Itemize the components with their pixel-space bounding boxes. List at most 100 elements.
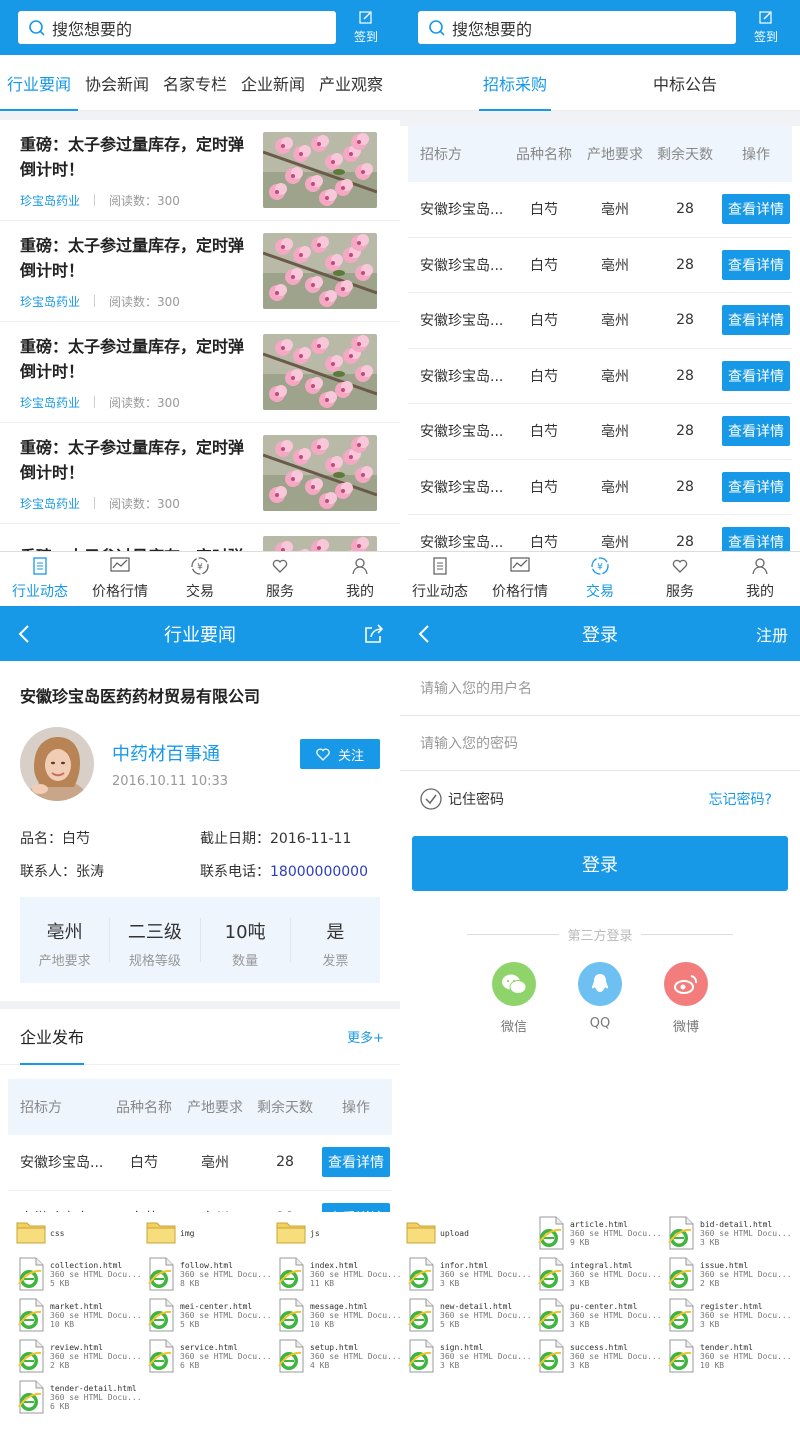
view-detail-button[interactable]: 查看详情	[722, 471, 790, 502]
file-item[interactable]: collection.html 360 se HTML Docu... 5 KB	[16, 1257, 142, 1291]
file-item[interactable]: pu-center.html 360 se HTML Docu... 3 KB	[536, 1298, 662, 1332]
forgot-password-link[interactable]: 忘记密码?	[709, 789, 772, 809]
tab-expert-column[interactable]: 名家专栏	[156, 55, 234, 111]
cell-days: 28	[676, 256, 694, 273]
file-item[interactable]: market.html 360 se HTML Docu... 10 KB	[16, 1298, 142, 1332]
signin-button[interactable]: 签到	[342, 10, 390, 45]
tab-company-news[interactable]: 企业新闻	[234, 55, 312, 111]
file-item[interactable]: mei-center.html 360 se HTML Docu... 5 KB	[146, 1298, 272, 1332]
news-source[interactable]: 珍宝岛药业	[20, 394, 80, 411]
view-detail-button[interactable]: 查看详情	[322, 1147, 390, 1178]
search-input[interactable]: 搜您想要的	[18, 11, 336, 44]
news-thumbnail[interactable]	[263, 132, 377, 208]
nav-label: 交易	[186, 584, 214, 600]
author-name[interactable]: 中药材百事通	[112, 740, 228, 766]
wechat-login[interactable]: 微信	[471, 962, 557, 1035]
file-item[interactable]: new-detail.html 360 se HTML Docu... 5 KB	[406, 1298, 532, 1332]
tab-tender-purchase[interactable]: 招标采购	[479, 55, 551, 111]
view-detail-button[interactable]: 查看详情	[322, 1202, 390, 1212]
file-item[interactable]: sign.html 360 se HTML Docu... 3 KB	[406, 1339, 532, 1373]
password-field[interactable]: 请输入您的密码	[400, 716, 800, 771]
news-item[interactable]: 重磅：太子参过量库存，定时弹倒计时！ 珍宝岛药业 阅读数：300	[0, 322, 400, 423]
news-item[interactable]: 重磅：太子参过量库存，定时弹倒计时！ 珍宝岛药业 阅读数：300	[0, 120, 400, 221]
news-source[interactable]: 珍宝岛药业	[20, 293, 80, 310]
file-item[interactable]: tender-detail.html 360 se HTML Docu... 6 K…	[16, 1380, 142, 1414]
file-item[interactable]: index.html 360 se HTML Docu... 11 KB	[276, 1257, 402, 1291]
check-circle-icon[interactable]	[420, 787, 442, 810]
col-action: 操作	[342, 1100, 370, 1116]
news-title[interactable]: 重磅：太子参过量库存，定时弹倒计时！	[20, 435, 252, 485]
login-button[interactable]: 登录	[412, 836, 788, 891]
username-field[interactable]: 请输入您的用户名	[400, 661, 800, 716]
news-screen: 搜您想要的 签到 行业要闻 协会新闻 名家专栏 企业新闻 产业观察 重磅：太子参…	[0, 0, 400, 606]
nav-profile[interactable]: 我的	[320, 552, 400, 606]
file-item[interactable]: review.html 360 se HTML Docu... 2 KB	[16, 1339, 142, 1373]
html-file-icon	[536, 1298, 566, 1332]
file-item[interactable]: integral.html 360 se HTML Docu... 3 KB	[536, 1257, 662, 1291]
heart-icon	[671, 557, 689, 581]
cell-bidder: 安徽珍宝岛...	[420, 424, 504, 441]
svg-text:¥: ¥	[597, 563, 603, 573]
follow-button[interactable]: 关注	[300, 739, 380, 769]
news-item[interactable]: 重磅：太子参过量库存，定时弹倒计时！ 珍宝岛药业 阅读数：300	[0, 221, 400, 322]
nav-price-trend[interactable]: 价格行情	[80, 552, 160, 606]
news-item[interactable]: 重磅：太子参过量库存，定时弹倒计时！ 珍宝岛药业 阅读数：300	[0, 423, 400, 524]
edit-icon	[759, 11, 772, 24]
news-title[interactable]: 重磅：太子参过量库存，定时弹倒计时！	[20, 132, 252, 182]
share-icon[interactable]	[364, 624, 384, 644]
view-detail-button[interactable]: 查看详情	[722, 305, 790, 336]
file-item[interactable]: setup.html 360 se HTML Docu... 4 KB	[276, 1339, 402, 1373]
view-detail-button[interactable]: 查看详情	[722, 249, 790, 280]
folder-item[interactable]: css	[16, 1216, 64, 1250]
file-item[interactable]: success.html 360 se HTML Docu... 3 KB	[536, 1339, 662, 1373]
login-screen: 登录 注册 请输入您的用户名 请输入您的密码 记住密码 忘记密码? 登录 第三方…	[400, 606, 800, 1212]
tab-association-news[interactable]: 协会新闻	[78, 55, 156, 111]
news-title[interactable]: 重磅：太子参过量库存，定时弹倒计时！	[20, 233, 252, 283]
nav-profile[interactable]: 我的	[720, 552, 800, 606]
file-item[interactable]: article.html 360 se HTML Docu... 9 KB	[536, 1216, 662, 1250]
qq-login[interactable]: QQ	[557, 962, 643, 1035]
register-link[interactable]: 注册	[756, 622, 788, 646]
news-thumbnail[interactable]	[263, 435, 377, 511]
file-item[interactable]: service.html 360 se HTML Docu... 6 KB	[146, 1339, 272, 1373]
phone-number[interactable]: 18000000000	[270, 864, 368, 880]
file-item[interactable]: tender.html 360 se HTML Docu... 10 KB	[666, 1339, 792, 1373]
news-title[interactable]: 重磅：太子参过量库存，定时弹倒计时！	[20, 334, 252, 384]
more-link[interactable]: 更多+	[347, 1027, 384, 1046]
view-detail-button[interactable]: 查看详情	[722, 194, 790, 225]
nav-industry-news[interactable]: 行业动态	[0, 552, 80, 606]
news-source[interactable]: 珍宝岛药业	[20, 495, 80, 512]
file-name: register.html	[700, 1301, 763, 1311]
weibo-login[interactable]: 微博	[643, 962, 729, 1035]
file-item[interactable]: register.html 360 se HTML Docu... 3 KB	[666, 1298, 792, 1332]
file-size: 3 KB	[440, 1278, 460, 1288]
view-detail-button[interactable]: 查看详情	[722, 416, 790, 447]
view-detail-button[interactable]: 查看详情	[722, 360, 790, 391]
signin-button[interactable]: 签到	[742, 10, 790, 45]
file-item[interactable]: message.html 360 se HTML Docu... 10 KB	[276, 1298, 402, 1332]
remember-label[interactable]: 记住密码	[448, 789, 504, 809]
file-size: 10 KB	[310, 1319, 335, 1329]
nav-service[interactable]: 服务	[640, 552, 720, 606]
spec-stats: 亳州 产地要求 二三级 规格等级 10吨 数量是发票	[20, 897, 380, 983]
tab-industry-watch[interactable]: 产业观察	[312, 55, 390, 111]
tab-industry-news[interactable]: 行业要闻	[0, 55, 78, 111]
news-thumbnail[interactable]	[263, 233, 377, 309]
nav-service[interactable]: 服务	[240, 552, 320, 606]
folder-item[interactable]: js	[276, 1216, 320, 1250]
folder-item[interactable]: upload	[406, 1216, 469, 1250]
html-file-icon	[276, 1339, 306, 1373]
news-thumbnail[interactable]	[263, 334, 377, 410]
news-source[interactable]: 珍宝岛药业	[20, 192, 80, 209]
nav-trade[interactable]: ¥ 交易	[160, 552, 240, 606]
folder-item[interactable]: img	[146, 1216, 194, 1250]
file-item[interactable]: bid-detail.html 360 se HTML Docu... 3 KB	[666, 1216, 792, 1250]
nav-price-trend[interactable]: 价格行情	[480, 552, 560, 606]
file-item[interactable]: infor.html 360 se HTML Docu... 3 KB	[406, 1257, 532, 1291]
file-item[interactable]: issue.html 360 se HTML Docu... 2 KB	[666, 1257, 792, 1291]
tab-award-notice[interactable]: 中标公告	[649, 55, 721, 111]
search-input[interactable]: 搜您想要的	[418, 11, 736, 44]
file-item[interactable]: follow.html 360 se HTML Docu... 8 KB	[146, 1257, 272, 1291]
nav-industry-news[interactable]: 行业动态	[400, 552, 480, 606]
nav-trade[interactable]: ¥ 交易	[560, 552, 640, 606]
